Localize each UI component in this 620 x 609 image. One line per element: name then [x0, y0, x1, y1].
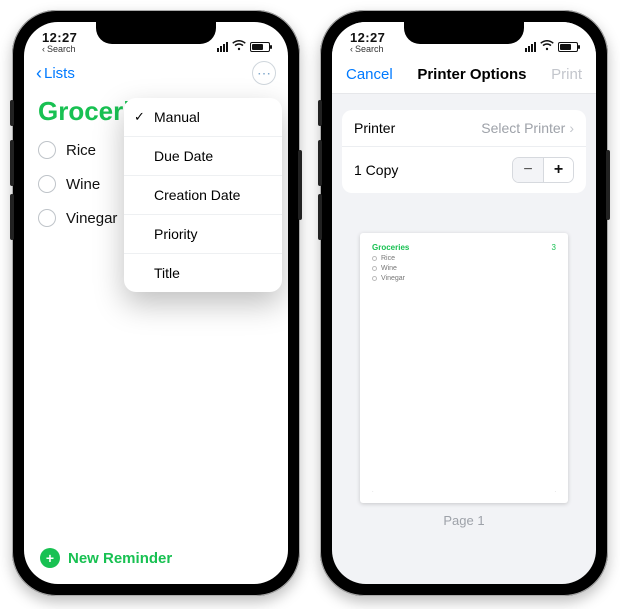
page-indicator: Page 1 — [360, 513, 568, 528]
notch — [96, 22, 216, 44]
preview-item: Rice — [381, 255, 395, 262]
sort-option-creation-date[interactable]: Creation Date — [124, 176, 282, 215]
preview-count: 3 — [552, 243, 556, 252]
new-reminder-label: New Reminder — [68, 550, 172, 567]
status-time: 12:27 — [350, 31, 385, 44]
preview-list-title: Groceries — [372, 243, 556, 252]
radio-icon[interactable] — [38, 175, 56, 193]
notch — [404, 22, 524, 44]
stepper-minus-button[interactable]: − — [513, 158, 543, 182]
print-preview[interactable]: Groceries 3 Rice Wine Vinegar · · Page 1 — [360, 233, 568, 528]
printer-row[interactable]: Printer Select Printer › — [342, 110, 586, 147]
chevron-left-icon: ‹ — [36, 64, 42, 82]
page-thumbnail: Groceries 3 Rice Wine Vinegar · · — [360, 233, 568, 503]
cellular-icon — [217, 42, 228, 52]
more-button[interactable]: ⋯ — [252, 61, 276, 85]
cancel-button[interactable]: Cancel — [346, 66, 393, 83]
sort-option-priority[interactable]: Priority — [124, 215, 282, 254]
sort-option-due-date[interactable]: Due Date — [124, 137, 282, 176]
plus-circle-icon: + — [40, 548, 60, 568]
print-settings-group: Printer Select Printer › 1 Copy − + — [342, 110, 586, 193]
printer-value: Select Printer — [481, 120, 565, 136]
sort-option-title[interactable]: Title — [124, 254, 282, 292]
stepper-plus-button[interactable]: + — [543, 158, 573, 182]
wifi-icon — [540, 40, 554, 54]
radio-icon[interactable] — [38, 141, 56, 159]
copies-stepper: − + — [512, 157, 574, 183]
iphone-frame-right: 12:27 Search Cancel Printer Options Pri — [320, 10, 608, 596]
battery-icon — [558, 42, 578, 52]
battery-icon — [250, 42, 270, 52]
status-time: 12:27 — [42, 31, 77, 44]
preview-item: Vinegar — [381, 275, 405, 282]
item-label: Rice — [66, 142, 96, 159]
sort-option-manual[interactable]: Manual — [124, 98, 282, 137]
modal-title: Printer Options — [417, 66, 526, 83]
back-label: Lists — [44, 65, 75, 82]
item-label: Wine — [66, 176, 100, 193]
status-back-app[interactable]: Search — [350, 45, 385, 54]
sort-menu: Manual Due Date Creation Date Priority T… — [124, 98, 282, 292]
copies-row: 1 Copy − + — [342, 147, 586, 193]
print-button[interactable]: Print — [551, 66, 582, 83]
item-label: Vinegar — [66, 210, 117, 227]
iphone-frame-left: 12:27 Search ‹ Lists ⋯ — [12, 10, 300, 596]
preview-footer-left: · — [372, 489, 374, 495]
copies-label: 1 Copy — [354, 162, 398, 178]
chevron-right-icon: › — [569, 120, 574, 136]
new-reminder-button[interactable]: + New Reminder — [24, 536, 288, 584]
status-back-app[interactable]: Search — [42, 45, 77, 54]
radio-icon[interactable] — [38, 209, 56, 227]
wifi-icon — [232, 40, 246, 54]
back-button[interactable]: ‹ Lists — [36, 64, 75, 82]
ellipsis-icon: ⋯ — [257, 66, 271, 80]
printer-label: Printer — [354, 120, 395, 136]
cellular-icon — [525, 42, 536, 52]
preview-footer-right: · — [554, 489, 556, 495]
preview-item: Wine — [381, 265, 397, 272]
